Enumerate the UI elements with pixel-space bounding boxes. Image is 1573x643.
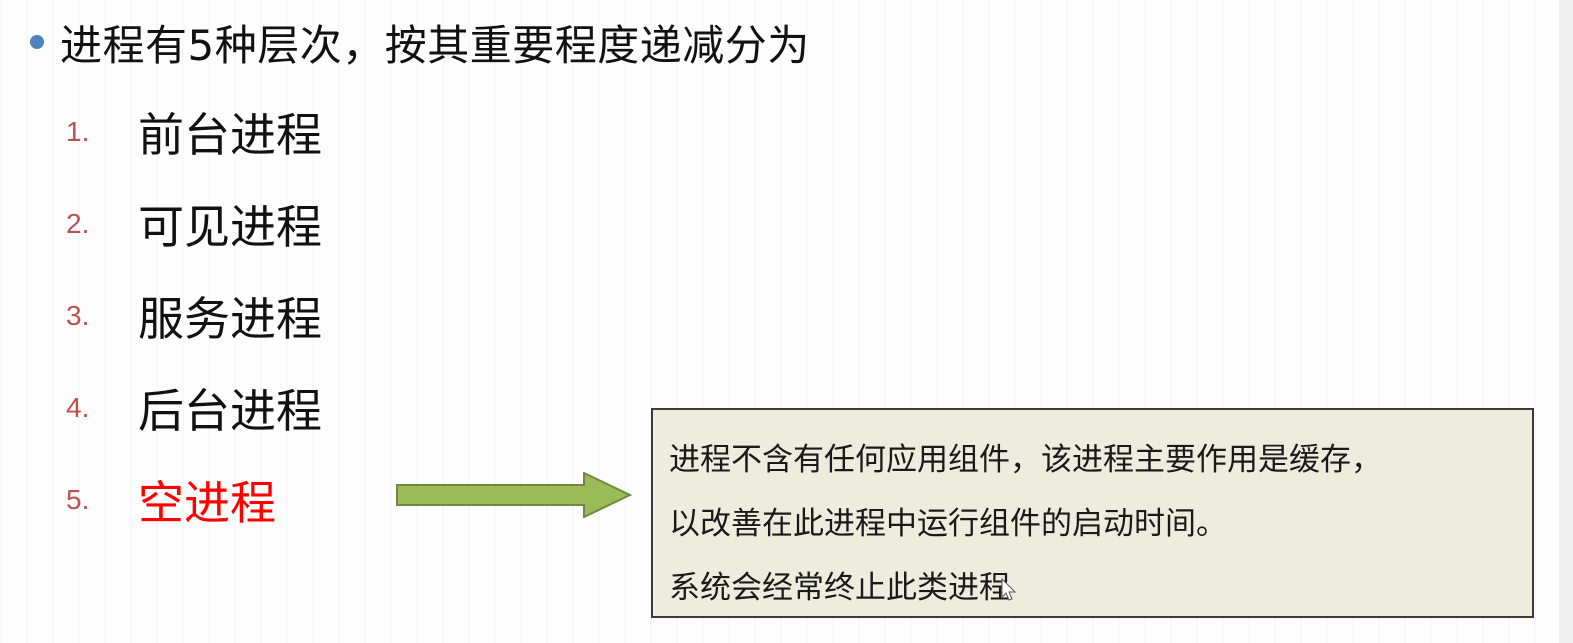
bullet-dot-icon: [30, 35, 44, 49]
slide-edge: [1559, 0, 1573, 643]
list-item-number: 2.: [66, 208, 90, 239]
callout-line: 系统会经常终止此类进程: [669, 570, 1010, 606]
list-item-label: 前台进程: [138, 108, 322, 162]
list-item: 2. 可见进程: [66, 178, 322, 270]
list-item-highlighted: 5. 空进程: [66, 454, 322, 546]
list-item-number: 1.: [66, 116, 90, 147]
process-level-list: 1. 前台进程 2. 可见进程 3. 服务进程 4. 后台进程 5. 空进程: [66, 86, 322, 546]
right-arrow-icon: [396, 472, 632, 518]
list-item-label: 服务进程: [138, 292, 322, 346]
list-item-number: 4.: [66, 392, 90, 423]
list-item: 1. 前台进程: [66, 86, 322, 178]
heading-text: 进程有5种层次，按其重要程度递减分为: [60, 20, 810, 70]
list-item-label: 空进程: [138, 476, 276, 530]
callout-line: 以改善在此进程中运行组件的启动时间。: [669, 506, 1227, 542]
list-item-number: 3.: [66, 300, 90, 331]
slide-heading: 进程有5种层次，按其重要程度递减分为: [30, 14, 810, 70]
list-item-label: 可见进程: [138, 200, 322, 254]
list-item: 3. 服务进程: [66, 270, 322, 362]
list-item-label: 后台进程: [138, 384, 322, 438]
callout-box: 进程不含有任何应用组件，该进程主要作用是缓存， 以改善在此进程中运行组件的启动时…: [651, 408, 1534, 618]
mouse-cursor-icon: [1001, 578, 1017, 601]
list-item-number: 5.: [66, 484, 90, 515]
list-item: 4. 后台进程: [66, 362, 322, 454]
callout-line: 进程不含有任何应用组件，该进程主要作用是缓存，: [669, 442, 1382, 478]
